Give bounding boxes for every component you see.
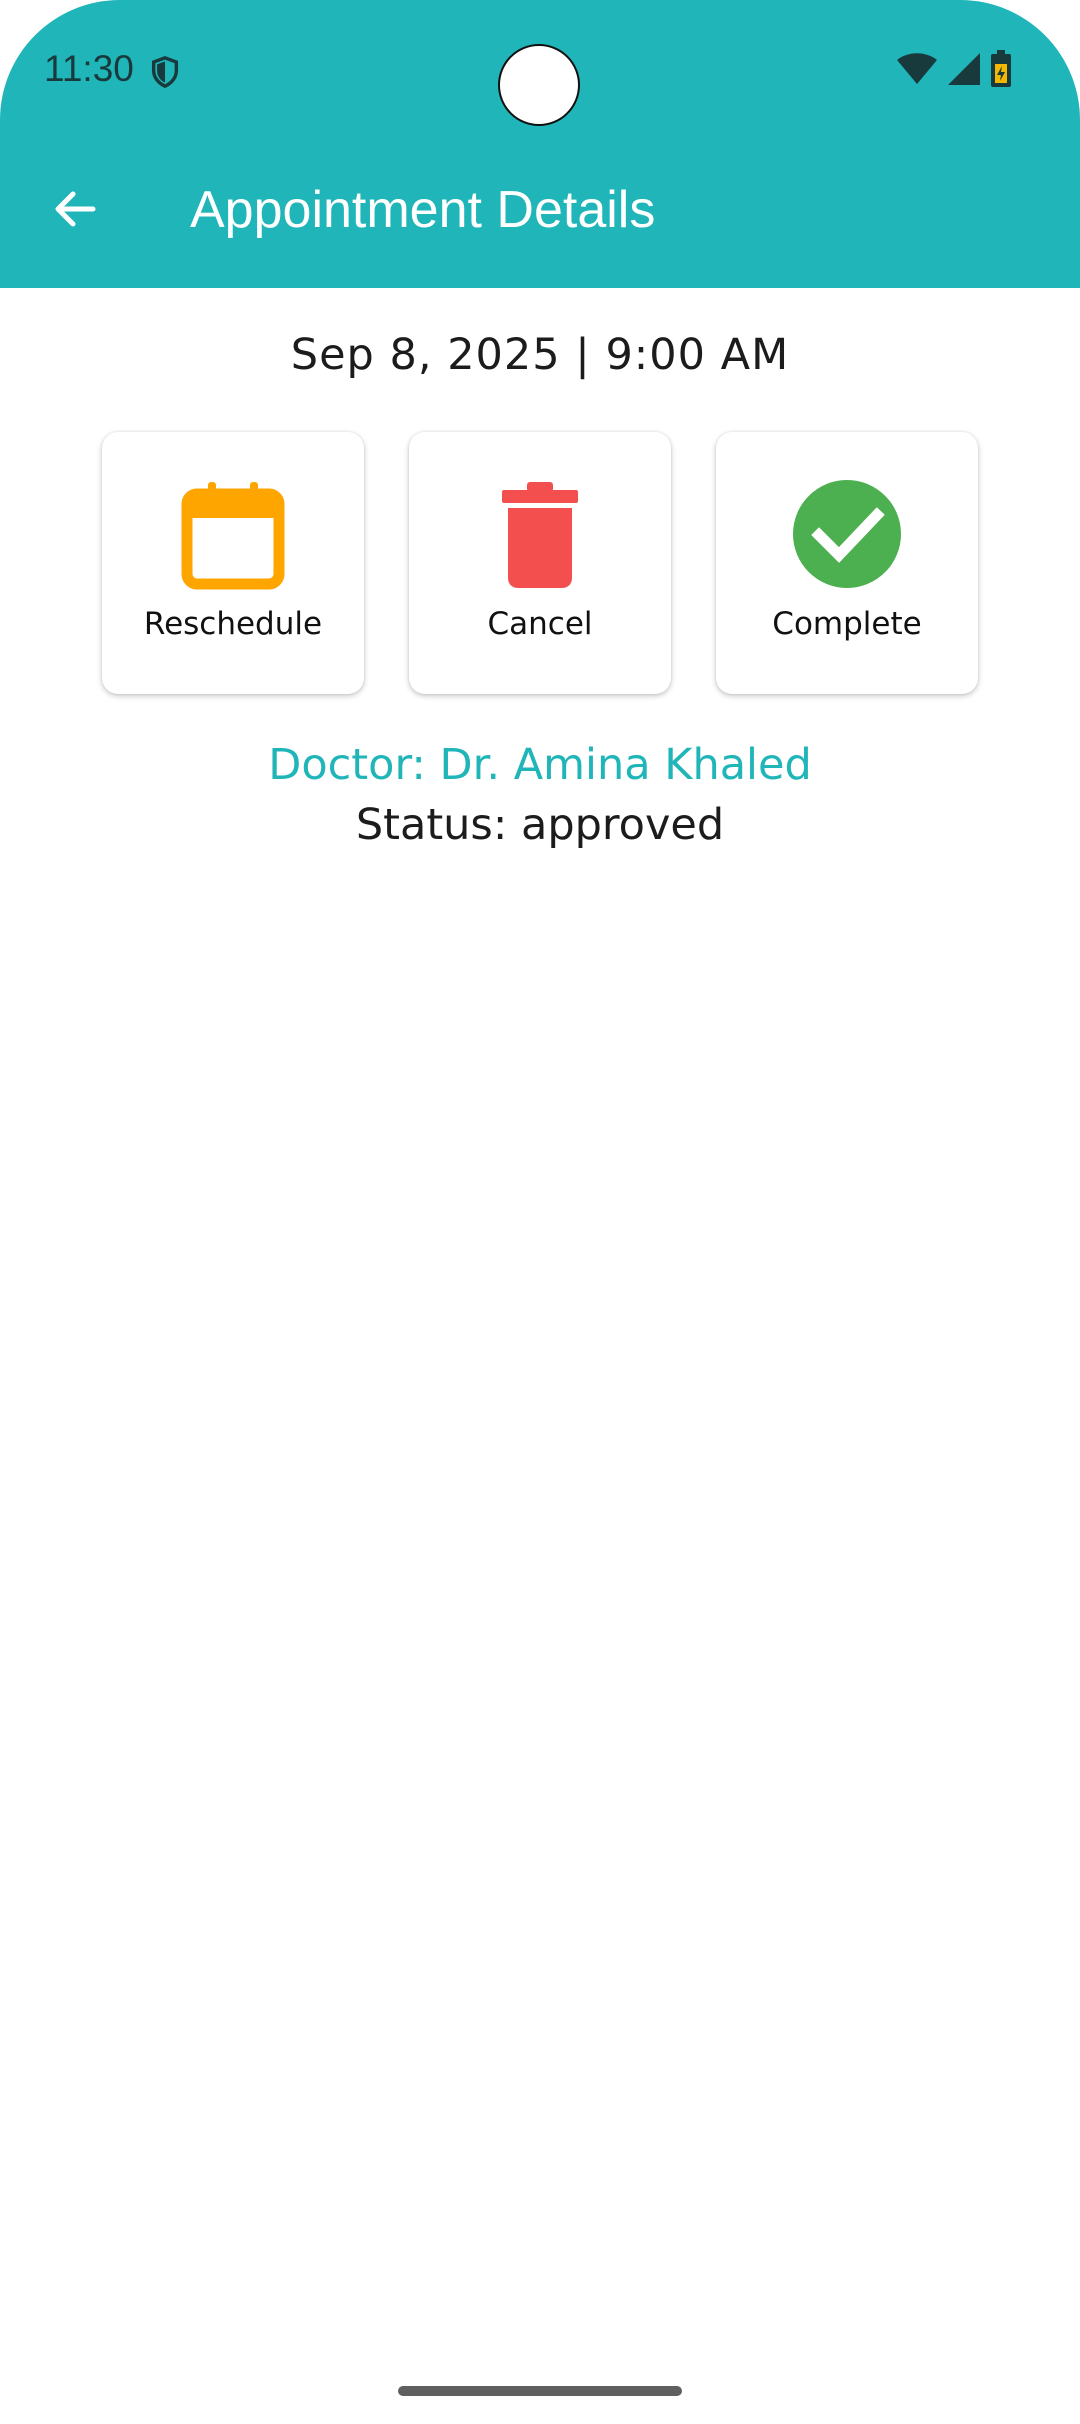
cancel-button[interactable]: Cancel <box>409 432 671 694</box>
home-indicator[interactable] <box>398 2386 682 2396</box>
app-bar: Appointment Details <box>0 150 1080 280</box>
wifi-icon <box>896 52 938 91</box>
back-button[interactable] <box>40 176 110 246</box>
status-time: 11:30 <box>44 48 134 89</box>
status-bar: 11:30 <box>0 0 1080 140</box>
calendar-icon <box>177 478 289 590</box>
app-screen: 11:30 Appointment Details Sep 8, 2025 | … <box>0 0 1080 2424</box>
complete-button[interactable]: Complete <box>716 432 978 694</box>
trash-icon <box>484 478 596 590</box>
shield-icon <box>148 54 182 90</box>
appointment-datetime: Sep 8, 2025 | 9:00 AM <box>290 330 790 380</box>
appointment-status: Status: approved <box>355 800 725 850</box>
reschedule-button[interactable]: Reschedule <box>102 432 364 694</box>
page-title: Appointment Details <box>190 181 656 239</box>
action-buttons: Reschedule Cancel Complete <box>0 432 1080 696</box>
doctor-name: Doctor: Dr. Amina Khaled <box>268 740 812 790</box>
cancel-label: Cancel <box>487 606 593 642</box>
status-icons <box>896 50 1012 93</box>
complete-label: Complete <box>772 606 922 642</box>
check-circle-icon <box>791 478 903 590</box>
battery-icon <box>990 50 1012 93</box>
signal-icon <box>946 51 982 92</box>
reschedule-label: Reschedule <box>143 606 323 642</box>
camera-cutout <box>498 44 580 126</box>
arrow-left-icon <box>51 185 99 238</box>
